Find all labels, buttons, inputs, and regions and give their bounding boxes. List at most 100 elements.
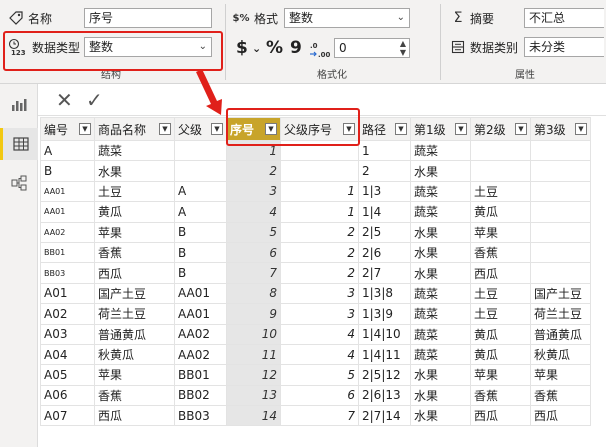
currency-button[interactable]: $ <box>236 38 248 58</box>
table-cell[interactable]: 7 <box>226 262 281 284</box>
table-cell[interactable]: 蔬菜 <box>410 282 471 305</box>
table-cell[interactable]: AA02 <box>40 221 95 243</box>
decimal-button[interactable]: .0.00 <box>308 40 331 63</box>
table-cell[interactable]: 蔬菜 <box>94 139 175 162</box>
column-header-5[interactable]: 路径 ▼ <box>358 117 411 141</box>
table-cell[interactable]: AA02 <box>174 343 227 366</box>
table-cell[interactable]: 土豆 <box>470 303 531 325</box>
table-cell[interactable]: AA01 <box>174 282 227 305</box>
filter-dropdown-icon[interactable]: ▼ <box>395 123 407 135</box>
table-cell[interactable]: 黄瓜 <box>470 323 531 345</box>
table-cell[interactable]: 水果 <box>410 221 471 243</box>
table-cell[interactable]: 西瓜 <box>470 405 531 427</box>
table-cell[interactable]: 2|5|12 <box>358 364 411 386</box>
table-cell[interactable]: 蔬菜 <box>410 343 471 366</box>
table-cell[interactable]: 2|7|14 <box>358 405 411 427</box>
table-cell[interactable]: A02 <box>40 303 95 325</box>
table-cell[interactable]: 2 <box>226 160 281 182</box>
table-cell[interactable] <box>280 160 359 182</box>
table-cell[interactable]: 西瓜 <box>530 405 591 427</box>
column-header-0[interactable]: 编号 ▼ <box>40 117 95 141</box>
table-cell[interactable]: 2|7 <box>358 262 411 284</box>
table-cell[interactable]: A04 <box>40 343 95 366</box>
table-cell[interactable]: 7 <box>280 405 359 427</box>
table-cell[interactable]: 2 <box>280 221 359 243</box>
table-cell[interactable] <box>174 139 227 162</box>
table-cell[interactable]: 土豆 <box>94 180 175 203</box>
table-cell[interactable]: 水果 <box>410 364 471 386</box>
table-cell[interactable]: B <box>40 160 95 182</box>
table-cell[interactable] <box>530 139 591 162</box>
table-cell[interactable]: 1 <box>280 180 359 203</box>
filter-dropdown-icon[interactable]: ▼ <box>455 123 467 135</box>
filter-dropdown-icon[interactable]: ▼ <box>575 123 587 135</box>
table-cell[interactable]: 苹果 <box>94 364 175 386</box>
table-cell[interactable]: 4 <box>280 343 359 366</box>
table-cell[interactable]: 蔬菜 <box>410 323 471 345</box>
table-cell[interactable]: 2|6|13 <box>358 384 411 407</box>
summarize-dropdown[interactable]: 不汇总 <box>524 8 604 28</box>
model-view-icon[interactable] <box>6 170 32 196</box>
table-cell[interactable]: 2|6 <box>358 241 411 264</box>
table-cell[interactable]: AA01 <box>40 201 95 223</box>
cancel-formula-icon[interactable]: ✕ <box>56 88 73 112</box>
table-cell[interactable]: 12 <box>226 364 281 386</box>
table-cell[interactable]: 蔬菜 <box>410 201 471 223</box>
table-cell[interactable]: 国产土豆 <box>94 282 175 305</box>
decimal-places-input[interactable]: 0 ▲ ▼ <box>334 38 410 58</box>
table-cell[interactable]: 1 <box>358 139 411 162</box>
table-cell[interactable]: 国产土豆 <box>530 282 591 305</box>
table-cell[interactable]: BB01 <box>40 241 95 264</box>
data-view-icon[interactable] <box>0 128 38 160</box>
table-cell[interactable] <box>530 221 591 243</box>
comma-button[interactable]: 9 <box>290 38 302 58</box>
table-cell[interactable]: BB03 <box>40 262 95 284</box>
table-cell[interactable]: 黄瓜 <box>470 201 531 223</box>
table-cell[interactable]: 8 <box>226 282 281 305</box>
table-cell[interactable]: 9 <box>226 303 281 325</box>
table-cell[interactable]: 香蕉 <box>470 384 531 407</box>
table-cell[interactable]: B <box>174 241 227 264</box>
format-dropdown[interactable]: 整数 ⌄ <box>284 8 410 28</box>
table-cell[interactable]: AA01 <box>40 180 95 203</box>
column-header-1[interactable]: 商品名称 ▼ <box>94 117 175 141</box>
column-header-7[interactable]: 第2级 ▼ <box>470 117 531 141</box>
table-cell[interactable] <box>174 160 227 182</box>
filter-dropdown-icon[interactable]: ▼ <box>79 123 91 135</box>
table-cell[interactable]: 14 <box>226 405 281 427</box>
column-header-6[interactable]: 第1级 ▼ <box>410 117 471 141</box>
table-cell[interactable]: 1|4 <box>358 201 411 223</box>
table-cell[interactable] <box>530 241 591 264</box>
table-cell[interactable]: 水果 <box>94 160 175 182</box>
filter-dropdown-icon[interactable]: ▼ <box>211 123 223 135</box>
table-cell[interactable]: 2 <box>280 241 359 264</box>
table-cell[interactable]: 4 <box>280 323 359 345</box>
name-input[interactable]: 序号 <box>84 8 212 28</box>
table-cell[interactable]: 1|4|11 <box>358 343 411 366</box>
filter-dropdown-icon[interactable]: ▼ <box>515 123 527 135</box>
table-cell[interactable]: 黄瓜 <box>94 201 175 223</box>
table-cell[interactable] <box>530 201 591 223</box>
table-cell[interactable]: BB03 <box>174 405 227 427</box>
table-cell[interactable]: 西瓜 <box>94 262 175 284</box>
table-cell[interactable]: 西瓜 <box>94 405 175 427</box>
table-cell[interactable]: B <box>174 262 227 284</box>
table-cell[interactable]: AA01 <box>174 303 227 325</box>
table-cell[interactable]: 香蕉 <box>94 384 175 407</box>
table-cell[interactable] <box>530 180 591 203</box>
table-cell[interactable]: 苹果 <box>470 221 531 243</box>
table-cell[interactable]: 荷兰土豆 <box>530 303 591 325</box>
table-cell[interactable]: 秋黄瓜 <box>530 343 591 366</box>
table-cell[interactable]: BB01 <box>174 364 227 386</box>
table-cell[interactable]: 10 <box>226 323 281 345</box>
table-cell[interactable]: 蔬菜 <box>410 303 471 325</box>
table-cell[interactable]: 土豆 <box>470 180 531 203</box>
table-cell[interactable]: 1 <box>280 201 359 223</box>
table-cell[interactable]: 香蕉 <box>530 384 591 407</box>
table-cell[interactable]: A01 <box>40 282 95 305</box>
table-cell[interactable]: 香蕉 <box>94 241 175 264</box>
table-cell[interactable]: 苹果 <box>530 364 591 386</box>
commit-formula-icon[interactable]: ✓ <box>86 88 103 112</box>
table-cell[interactable]: 西瓜 <box>470 262 531 284</box>
chevron-down-icon[interactable]: ⌄ <box>252 42 261 55</box>
